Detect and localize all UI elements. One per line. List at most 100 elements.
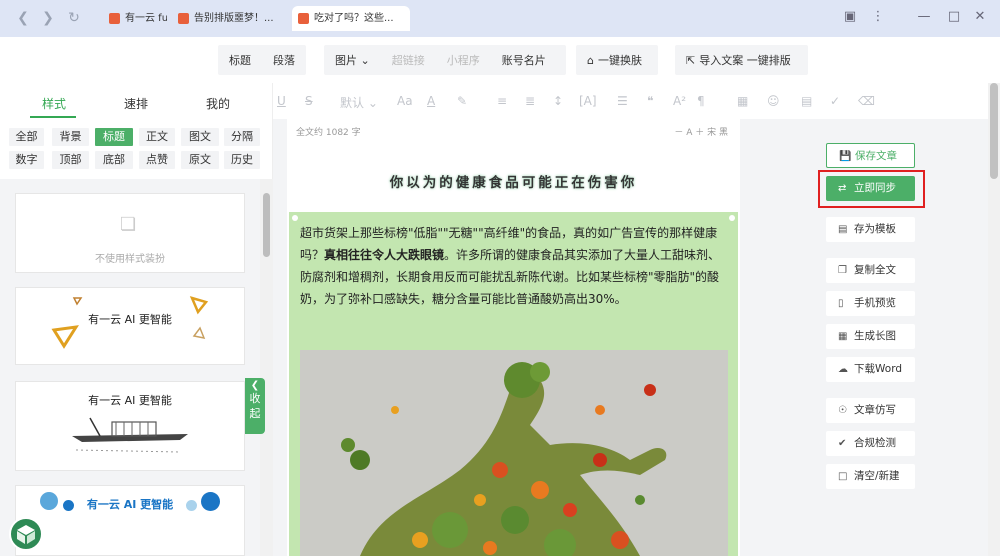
font-size-select[interactable]: 默认 ⌄ — [340, 94, 378, 111]
brush-icon[interactable]: ✓ — [830, 94, 840, 108]
chip-top[interactable]: 顶部 — [52, 151, 89, 169]
compliance-label: 合规检测 — [854, 437, 896, 449]
template-text: 有一云 AI 更智能 — [88, 394, 172, 407]
article-title: 你以为的健康食品可能正在伤害你 — [389, 175, 638, 191]
paragraph-mark-icon[interactable]: ¶ — [697, 94, 705, 108]
sync-icon: ⇄ — [838, 183, 847, 194]
quote-icon[interactable]: ❝ — [647, 94, 653, 108]
chip-history[interactable]: 历史 — [224, 151, 260, 169]
tab-mine[interactable]: 我的 — [206, 95, 230, 112]
page-scrollbar[interactable] — [988, 83, 1000, 556]
boat-ink-icon — [72, 417, 188, 453]
template-card[interactable]: 有一云 AI 更智能 — [15, 381, 245, 471]
shield-check-icon: ✔ — [838, 438, 847, 449]
browser-tab-bar: ❮ ❯ ↻ 有一云 fu 告别排版噩梦！... 吃对了吗？这些... ▣ ⋮ —… — [0, 0, 1000, 37]
resize-handle[interactable] — [729, 215, 735, 221]
selected-content-block[interactable]: 超市货架上那些标榜"低脂""无糖""高纤维"的食品，真的如广告宣传的那样健康吗？… — [289, 212, 738, 556]
insert-group: 图片 ⌄ 超链接 小程序 账号名片 — [324, 45, 566, 75]
browser-tab-2[interactable]: 告别排版噩梦！... — [172, 6, 286, 31]
paragraph-button[interactable]: 段落 — [262, 52, 306, 68]
chip-body[interactable]: 正文 — [139, 128, 175, 146]
clear-icon: □ — [838, 471, 848, 482]
divider-icon[interactable]: ▤ — [801, 94, 812, 108]
close-icon[interactable]: ✕ — [972, 9, 988, 25]
underline-icon[interactable]: U — [277, 94, 286, 108]
align-icon[interactable]: ≡ — [497, 94, 507, 108]
import-icon: ⇱ — [686, 53, 696, 67]
clear-format-icon[interactable]: A² — [673, 94, 686, 108]
article-image[interactable] — [300, 350, 728, 556]
import-button[interactable]: ⇱ 导入文案 一键排版 — [675, 45, 808, 75]
collapse-button[interactable]: ❮ 收起 — [245, 378, 265, 434]
heading-button[interactable]: 标题 — [218, 52, 262, 68]
font-color-icon[interactable]: A — [427, 94, 435, 108]
skin-button[interactable]: ⌂ 一键换肤 — [576, 45, 658, 75]
chip-all[interactable]: 全部 — [9, 128, 44, 146]
template-list: ❏ 不使用样式装扮 有一云 AI 更智能 有一云 AI 更智能 有一云 AI 更… — [0, 179, 273, 556]
template-card[interactable]: 有一云 AI 更智能 — [15, 287, 245, 365]
highlight-icon[interactable]: ✎ — [457, 94, 467, 108]
minimize-icon[interactable]: — — [916, 9, 932, 25]
left-scrollbar[interactable] — [260, 179, 273, 556]
resize-handle[interactable] — [292, 215, 298, 221]
template-card[interactable]: 有一云 AI 更智能 — [15, 485, 245, 556]
indent-icon[interactable]: ≣ — [525, 94, 535, 108]
preview-label: 手机预览 — [854, 297, 896, 309]
download-word-button[interactable]: ☁ 下载Word — [826, 357, 915, 382]
browser-tab-1[interactable]: 有一云 fu — [103, 6, 167, 31]
mobile-preview-button[interactable]: ▯ 手机预览 — [826, 291, 915, 316]
emoji-icon[interactable]: ☺ — [767, 94, 780, 108]
chip-number[interactable]: 数字 — [9, 151, 44, 169]
long-image-button[interactable]: ▦ 生成长图 — [826, 324, 915, 349]
article-paragraph: 超市货架上那些标榜"低脂""无糖""高纤维"的食品，真的如广告宣传的那样健康吗？… — [300, 226, 721, 306]
font-controls[interactable]: － A ＋ 宋 黑 — [674, 125, 728, 138]
top-toolbar: 标题 段落 图片 ⌄ 超链接 小程序 账号名片 ⌂ 一键换肤 ⇱ 导入文案 一键… — [0, 37, 1000, 83]
active-tab-indicator — [30, 116, 76, 118]
chip-bottom[interactable]: 底部 — [95, 151, 133, 169]
app-logo-icon[interactable] — [9, 517, 43, 551]
document-page[interactable]: 全文约 1082 字 － A ＋ 宋 黑 你以为的健康食品可能正在伤害你 超市货… — [287, 119, 740, 556]
back-icon[interactable]: ❮ — [14, 9, 32, 27]
chip-divider[interactable]: 分隔 — [224, 128, 260, 146]
eraser-icon[interactable]: ⌫ — [858, 94, 875, 108]
chip-background[interactable]: 背景 — [52, 128, 89, 146]
compliance-check-button[interactable]: ✔ 合规检测 — [826, 431, 915, 456]
tab-style[interactable]: 样式 — [42, 95, 66, 112]
skin-icon: ⌂ — [587, 53, 594, 67]
chip-heading[interactable]: 标题 — [95, 128, 133, 146]
line-height-icon[interactable]: ↕ — [553, 94, 563, 108]
strikethrough-icon[interactable]: S — [305, 94, 313, 108]
list-icon[interactable]: ☰ — [617, 94, 628, 108]
table-icon[interactable]: ▦ — [737, 94, 748, 108]
template-icon: ▤ — [838, 224, 848, 235]
save-icon: 💾 — [839, 151, 852, 162]
copy-all-button[interactable]: ❐ 复制全文 — [826, 258, 915, 283]
chip-like[interactable]: 点赞 — [139, 151, 175, 169]
article-rewrite-button[interactable]: ☉ 文章仿写 — [826, 398, 915, 423]
save-label: 保存文章 — [855, 150, 897, 162]
lock-icon[interactable]: ▣ — [842, 9, 858, 25]
reload-icon[interactable]: ↻ — [65, 9, 83, 27]
collapse-label: 收起 — [249, 392, 261, 420]
forward-icon[interactable]: ❯ — [39, 9, 57, 27]
chip-original[interactable]: 原文 — [181, 151, 219, 169]
no-style-label: 不使用样式装扮 — [95, 254, 165, 265]
save-template-button[interactable]: ▤ 存为模板 — [826, 217, 915, 242]
account-card-button[interactable]: 账号名片 — [491, 52, 557, 68]
hyperlink-button[interactable]: 超链接 — [381, 52, 436, 68]
image-dropdown[interactable]: 图片 ⌄ — [324, 52, 381, 68]
sync-now-button[interactable]: ⇄ 立即同步 — [826, 176, 915, 201]
tab-quick-layout[interactable]: 速排 — [124, 95, 148, 112]
site-favicon-icon — [109, 13, 120, 24]
more-menu-icon[interactable]: ⋮ — [870, 9, 886, 25]
no-style-card[interactable]: ❏ 不使用样式装扮 — [15, 193, 245, 273]
chip-image-text[interactable]: 图文 — [181, 128, 219, 146]
font-style-icon[interactable]: Aa — [397, 94, 413, 108]
maximize-icon[interactable]: □ — [946, 9, 962, 25]
letter-spacing-icon[interactable]: [A] — [579, 94, 597, 108]
save-article-button[interactable]: 💾 保存文章 — [826, 143, 915, 168]
clear-new-button[interactable]: □ 清空/新建 — [826, 464, 915, 489]
browser-tab-3-active[interactable]: 吃对了吗？这些... — [292, 6, 410, 31]
mini-program-button[interactable]: 小程序 — [436, 52, 491, 68]
skin-label: 一键换肤 — [597, 54, 642, 67]
